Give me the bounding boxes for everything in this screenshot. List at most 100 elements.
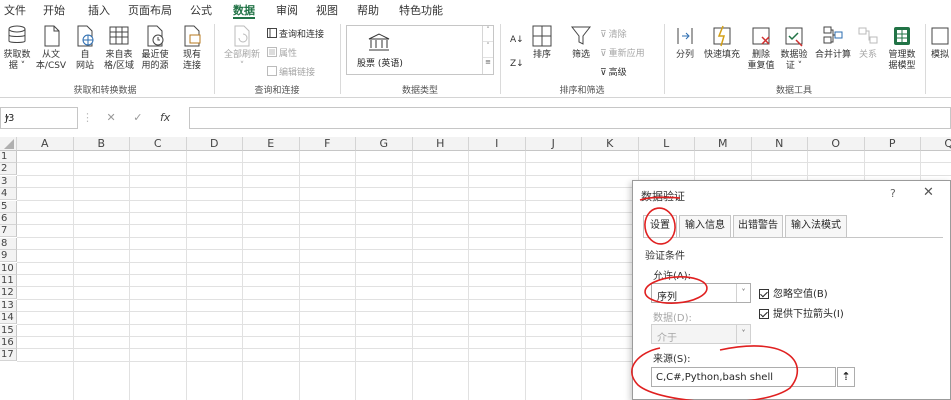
refresh-all-button[interactable]: 全部刷新 ˅ [220,24,264,72]
from-table-button[interactable]: 来自表 格/区域 [102,24,136,72]
column-header-m[interactable]: M [695,137,752,151]
tab-ime-mode[interactable]: 输入法模式 [785,215,847,237]
clear-icon: ⊽ [600,29,607,40]
remove-duplicates-button[interactable]: 删除 重复值 [746,24,776,72]
column-header-q[interactable]: Q [921,137,951,151]
row-header-1[interactable]: 1 [0,151,17,163]
select-all-corner[interactable] [0,137,17,151]
row-header-11[interactable]: 11 [0,275,17,287]
tab-insert[interactable]: 插入 [88,2,110,18]
group-sort-filter-label: 排序和筛选 [559,86,605,96]
column-header-c[interactable]: C [130,137,187,151]
row-header-4[interactable]: 4 [0,188,17,201]
row-header-17[interactable]: 17 [0,349,17,362]
tab-review[interactable]: 审阅 [276,2,298,18]
row-header-12[interactable]: 12 [0,287,17,300]
column-header-p[interactable]: P [864,137,921,151]
row-header-13[interactable]: 13 [0,299,17,312]
column-header-a[interactable]: A [17,137,74,151]
gallery-scroll[interactable]: ˄ ˅ ≡ [482,26,493,74]
tab-error-alert[interactable]: 出错警告 [733,215,783,237]
sort-button[interactable]: 排序 [527,24,557,61]
ribbon: 获取数据 ˅ 从文 本/CSV 自网站 来自表 格/区域 最近使 用的源 现有 连接 获… [0,20,951,98]
active-tab-indicator [233,17,255,19]
from-web-button[interactable]: 自网站 [70,24,100,72]
row-header-7[interactable]: 7 [0,225,17,238]
column-header-b[interactable]: B [73,137,130,151]
recent-sources-button[interactable]: 最近使 用的源 [138,24,172,72]
advanced-filter-button[interactable]: ⊽ 高级 [600,65,627,79]
row-header-5[interactable]: 5 [0,200,17,213]
row-header-15[interactable]: 15 [0,324,17,337]
row-header-6[interactable]: 6 [0,213,17,225]
flash-fill-button[interactable]: 快速填充 [700,24,744,61]
row-header-9[interactable]: 9 [0,250,17,263]
column-header-o[interactable]: O [808,137,865,151]
ignore-blank-checkbox[interactable]: 忽略空值(B) [759,285,828,300]
ribbon-separator [214,24,215,94]
close-button[interactable]: ✕ [923,185,934,200]
edit-links-button[interactable]: 编辑链接 [267,65,315,79]
existing-connections-button[interactable]: 现有 连接 [178,24,206,72]
what-if-button[interactable]: 模拟 [929,24,951,61]
gridline [17,162,951,164]
chevron-down-icon: ˅ [736,284,750,302]
cancel-formula-icon[interactable]: ✕ [107,111,116,124]
data-types-gallery[interactable]: 股票 (英语) ˄ ˅ ≡ [346,25,494,75]
column-header-l[interactable]: L [638,137,695,151]
column-header-d[interactable]: D [186,137,243,151]
tab-special-features[interactable]: 特色功能 [399,2,443,18]
tab-input-message[interactable]: 输入信息 [679,215,731,237]
in-cell-dropdown-checkbox[interactable]: 提供下拉箭头(I) [759,305,844,320]
name-box[interactable]: J3 ▾ [0,107,78,129]
column-header-h[interactable]: H [412,137,469,151]
row-header-2[interactable]: 2 [0,163,17,176]
column-header-f[interactable]: F [299,137,356,151]
tab-page-layout[interactable]: 页面布局 [128,2,172,18]
column-header-n[interactable]: N [751,137,808,151]
tab-settings[interactable]: 设置 [643,215,677,238]
relationships-button[interactable]: 关系 [856,24,880,61]
column-header-j[interactable]: J [525,137,582,151]
row-header-16[interactable]: 16 [0,337,17,349]
sort-az-button[interactable]: A↓ Z↓ [507,30,527,74]
tab-data[interactable]: 数据 [233,2,255,18]
tab-formulas[interactable]: 公式 [190,2,212,18]
tab-home[interactable]: 开始 [43,2,65,18]
recent-source-icon [147,25,164,47]
range-select-button[interactable]: ⇡ [837,367,855,387]
enter-formula-icon[interactable]: ✓ [133,111,142,124]
manage-data-model-button[interactable]: 管理数 据模型 [884,24,920,72]
more-dots-icon: ⋮ [82,111,93,124]
get-data-button[interactable]: 获取数据 ˅ [0,24,34,72]
column-header-g[interactable]: G [356,137,413,151]
group-queries-label: 查询和连接 [254,86,300,96]
row-header-14[interactable]: 14 [0,312,17,325]
reapply-button[interactable]: ⊽ 重新应用 [600,46,645,60]
consolidate-button[interactable]: 合并计算 [812,24,854,61]
tab-view[interactable]: 视图 [316,2,338,18]
row-header-10[interactable]: 10 [0,262,17,275]
table-icon [109,26,129,45]
from-text-csv-button[interactable]: 从文 本/CSV [34,24,68,72]
queries-connections-button[interactable]: 查询和连接 [267,27,324,41]
column-header-i[interactable]: I [469,137,526,151]
text-to-columns-button[interactable]: 分列 [672,24,698,61]
tab-file[interactable]: 文件 [4,2,26,18]
row-header-8[interactable]: 8 [0,237,17,250]
formula-input[interactable] [189,107,951,129]
properties-button[interactable]: 属性 [267,46,297,60]
clear-filter-button[interactable]: ⊽ 清除 [600,27,627,41]
data-operator-select[interactable]: 介于 ˅ [651,324,751,344]
help-button[interactable]: ? [890,187,896,200]
data-validation-button[interactable]: 数据验证 ˅ [778,24,810,72]
column-header-k[interactable]: K [582,137,639,151]
formula-bar: J3 ▾ ⋮ ✕ ✓ fx [0,107,951,129]
insert-function-icon[interactable]: fx [160,111,170,124]
allow-select[interactable]: 序列 ˅ [651,283,751,303]
source-input[interactable]: C,C#,Python,bash shell [651,367,836,387]
row-header-3[interactable]: 3 [0,175,17,188]
column-header-e[interactable]: E [243,137,300,151]
filter-button[interactable]: 筛选 [566,24,596,61]
tab-help[interactable]: 帮助 [357,2,379,18]
